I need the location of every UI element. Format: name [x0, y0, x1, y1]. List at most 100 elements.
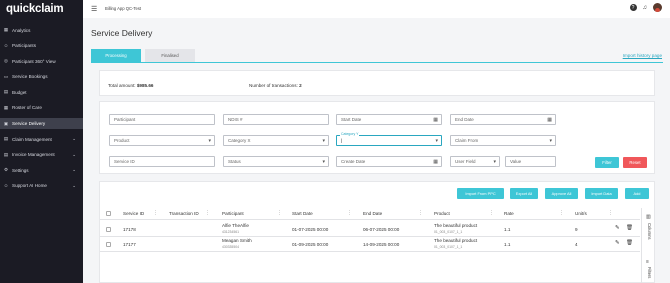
- table-row[interactable]: 17178 Alfie TheAlfie 431234561 01-07-202…: [100, 222, 640, 237]
- category-x-select[interactable]: Category X ▾: [223, 135, 329, 146]
- sidebar-item-invoice-management[interactable]: ▤ Invoice Management ⌄: [0, 150, 83, 161]
- category-y-select[interactable]: Category Y | ▾: [336, 132, 442, 146]
- import-data-button[interactable]: Import Data: [585, 188, 618, 199]
- edit-icon[interactable]: ✎: [615, 225, 620, 231]
- end-date-field[interactable]: End Date ▦: [450, 114, 556, 125]
- notification-bell-icon[interactable]: ♫: [643, 5, 648, 11]
- nav-item-icon: ◎: [3, 58, 8, 64]
- nav-item-icon: ▦: [3, 27, 9, 33]
- tab-processing[interactable]: Processing: [91, 49, 141, 62]
- col-participant[interactable]: Participant: [222, 211, 244, 216]
- product-select[interactable]: Product ▾: [109, 135, 215, 146]
- delete-icon[interactable]: 🗑: [626, 225, 633, 231]
- sidebar-item-support-ai-home[interactable]: ☺ Support AI Home ⌄: [0, 181, 83, 192]
- cell-units: 4: [575, 242, 578, 247]
- chevron-down-icon[interactable]: ⌄: [72, 183, 76, 189]
- columns-panel-toggle[interactable]: Columns: [647, 223, 652, 240]
- user-avatar[interactable]: [653, 3, 662, 12]
- reset-button[interactable]: Reset: [623, 157, 647, 168]
- cell-start-date: 01-07-2025 00:00: [292, 227, 329, 232]
- chevron-down-icon[interactable]: ⌄: [72, 136, 76, 142]
- summary-card: Total amount: $985.66 Number of transact…: [99, 70, 655, 96]
- status-select[interactable]: Status ▾: [223, 156, 329, 167]
- chevron-down-icon[interactable]: ⌄: [72, 152, 76, 158]
- row-checkbox[interactable]: [106, 227, 111, 232]
- claim-from-placeholder: Claim From: [455, 138, 479, 143]
- sidebar-item-service-delivery[interactable]: ▣ Service Delivery: [0, 118, 83, 129]
- cell-participant-sub: 430335504: [222, 245, 239, 249]
- cell-participant[interactable]: Alfie TheAlfie: [222, 223, 249, 228]
- col-end-date[interactable]: End Date: [363, 211, 382, 216]
- chevron-down-icon[interactable]: ⌄: [72, 167, 76, 173]
- sidebar-item-claim-management[interactable]: ▤ Claim Management ⌄: [0, 134, 83, 145]
- participant-field[interactable]: Participant: [109, 114, 215, 125]
- delete-icon[interactable]: 🗑: [626, 240, 633, 246]
- col-start-date[interactable]: Start Date: [292, 211, 313, 216]
- columns-icon[interactable]: ▥: [646, 214, 651, 220]
- sidebar-item-label: Budget: [12, 89, 27, 95]
- cell-rate: 1.1: [504, 227, 511, 232]
- claim-from-select[interactable]: Claim From ▾: [450, 135, 556, 146]
- edit-icon[interactable]: ✎: [615, 240, 620, 246]
- ndis-field[interactable]: NDIS #: [223, 114, 329, 125]
- service-id-placeholder: Service ID: [114, 159, 135, 164]
- sidebar-item-service-bookings[interactable]: ▭ Service Bookings: [0, 72, 83, 83]
- cell-end-date: 14-09-2025 00:00: [363, 242, 400, 247]
- table-header: Service ID ⋮ Transaction ID ⋮ Participan…: [100, 208, 640, 220]
- calendar-icon[interactable]: ▦: [433, 117, 438, 123]
- total-amount-value: $985.66: [136, 83, 154, 88]
- sidebar-item-budget[interactable]: ▤ Budget: [0, 87, 83, 98]
- chevron-down-icon: ▾: [435, 138, 438, 144]
- chevron-down-icon: ▾: [322, 138, 325, 144]
- start-date-field[interactable]: Start Date ▦: [336, 114, 442, 125]
- chevron-down-icon: ▾: [208, 138, 211, 144]
- menu-toggle-icon[interactable]: ☰: [91, 5, 97, 13]
- approve-all-button[interactable]: Approve All: [545, 188, 578, 199]
- row-checkbox[interactable]: [106, 242, 111, 247]
- transaction-count-label: Number of transactions:: [249, 83, 298, 88]
- value-field[interactable]: Value: [505, 156, 556, 167]
- export-all-button[interactable]: Export All: [510, 188, 538, 199]
- topbar-actions: ? ♫: [629, 3, 662, 12]
- filter-icon[interactable]: ≡: [646, 259, 649, 265]
- select-all-checkbox[interactable]: [106, 211, 111, 216]
- sidebar-item-roster-of-care[interactable]: ▦ Roster of Care: [0, 103, 83, 114]
- table-row[interactable]: 17177 Meagan Smith 430335504 01-09-2025 …: [100, 237, 640, 252]
- calendar-icon[interactable]: ▦: [547, 117, 552, 123]
- col-service-id[interactable]: Service ID: [123, 211, 144, 216]
- calendar-icon[interactable]: ▦: [433, 159, 438, 165]
- column-menu-icon[interactable]: ⋮: [559, 210, 564, 216]
- column-menu-icon[interactable]: ⋮: [489, 210, 494, 216]
- filter-button[interactable]: Filter: [595, 157, 619, 168]
- sidebar-item-settings[interactable]: ⚙ Settings ⌄: [0, 165, 83, 176]
- column-menu-icon[interactable]: ⋮: [608, 210, 613, 216]
- app-logo[interactable]: quickclaim: [0, 0, 83, 20]
- create-date-field[interactable]: Create Date ▦: [336, 156, 442, 167]
- col-rate[interactable]: Rate: [504, 211, 514, 216]
- sidebar-item-analytics[interactable]: ▦ Analytics: [0, 25, 83, 36]
- user-field-select[interactable]: User Field ▾: [450, 156, 500, 167]
- service-id-field[interactable]: Service ID: [109, 156, 215, 167]
- help-icon[interactable]: ?: [629, 4, 637, 11]
- sidebar-item-label: Support AI Home: [12, 183, 47, 189]
- sidebar-item-label: Invoice Management: [12, 152, 55, 158]
- tab-finalised[interactable]: Finalised: [145, 49, 195, 62]
- col-units[interactable]: Unit/s: [575, 211, 587, 216]
- nav-item-icon: ▣: [3, 120, 9, 126]
- add-button[interactable]: Add: [625, 188, 649, 199]
- sidebar-item-participants[interactable]: ☺ Participants: [0, 41, 83, 52]
- column-menu-icon[interactable]: ⋮: [277, 210, 282, 216]
- column-menu-icon[interactable]: ⋮: [347, 210, 352, 216]
- col-product[interactable]: Product: [434, 211, 450, 216]
- total-amount-label: Total amount:: [108, 83, 136, 88]
- import-from-ppc-button[interactable]: Import From PPC: [457, 188, 504, 199]
- column-menu-icon[interactable]: ⋮: [153, 210, 158, 216]
- sidebar-item-participant-360-view[interactable]: ◎ Participant 360° View: [0, 56, 83, 67]
- import-history-link[interactable]: Import history page: [623, 53, 662, 58]
- column-menu-icon[interactable]: ⋮: [418, 210, 423, 216]
- filters-panel-toggle[interactable]: Filters: [647, 267, 652, 278]
- col-transaction-id[interactable]: Transaction ID: [169, 211, 199, 216]
- cell-participant-sub: 431234561: [222, 230, 239, 234]
- cell-participant[interactable]: Meagan Smith: [222, 238, 252, 243]
- column-menu-icon[interactable]: ⋮: [205, 210, 210, 216]
